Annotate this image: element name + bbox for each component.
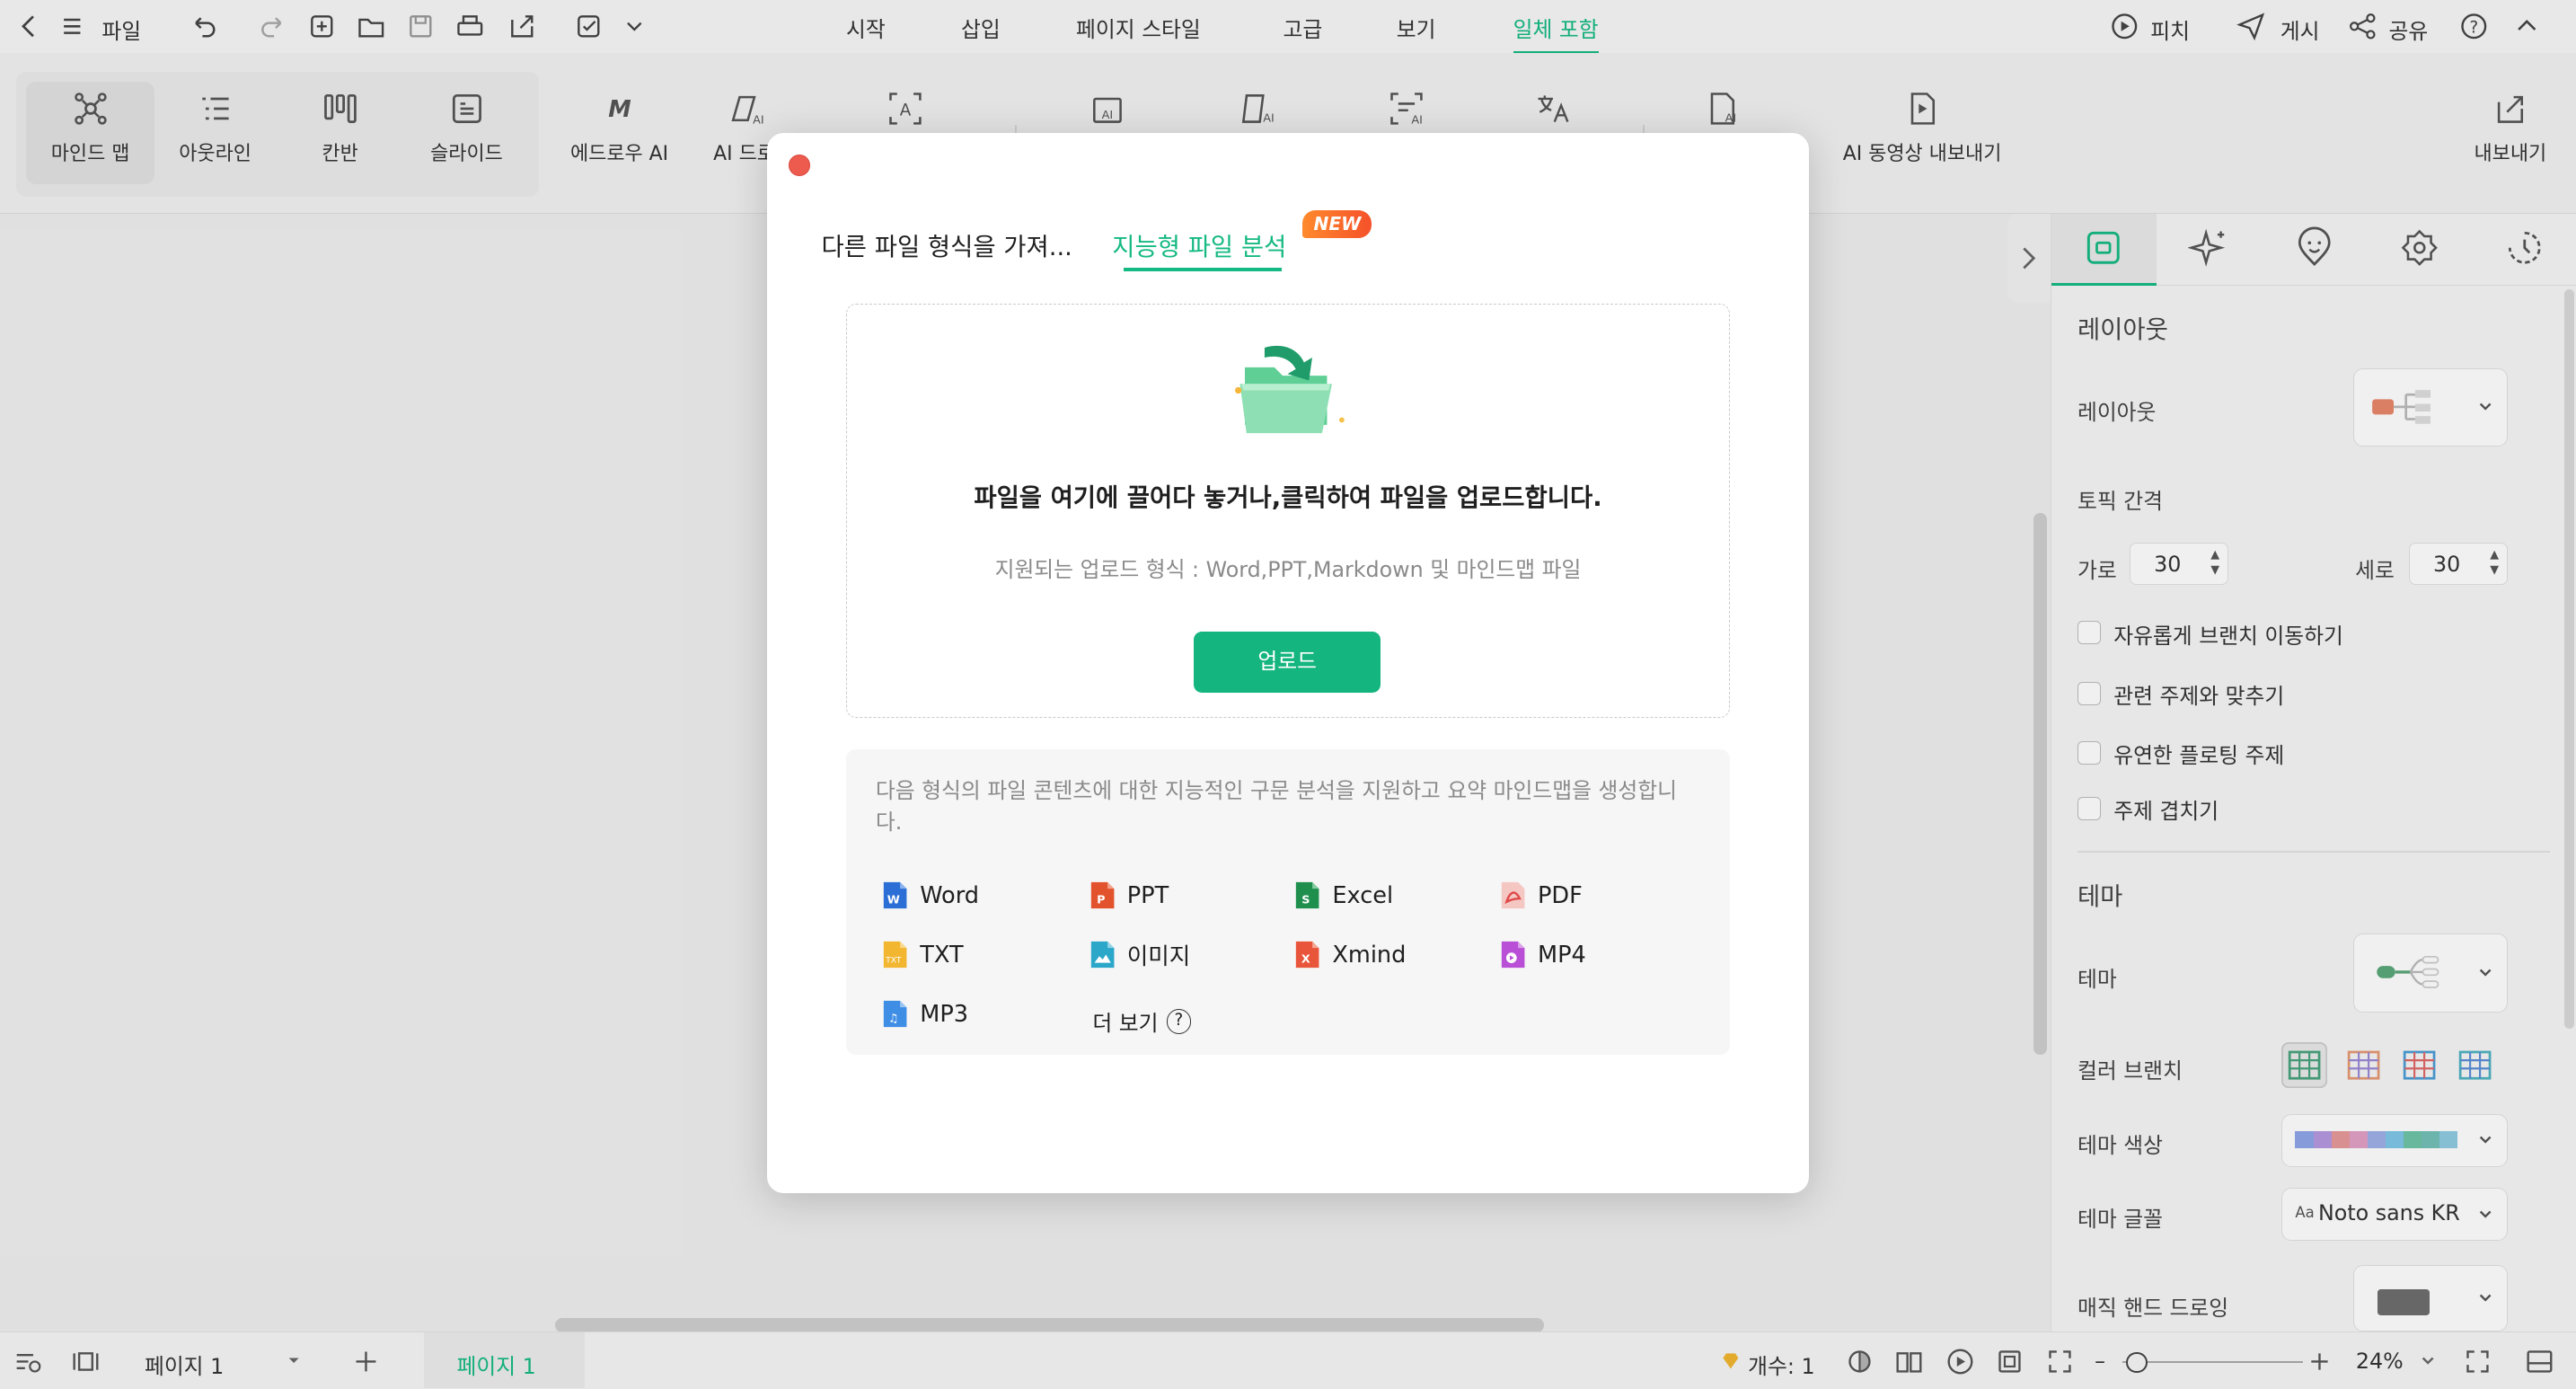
filetype-mp4: MP4 (1500, 937, 1586, 973)
excel-file-icon: S (1296, 882, 1319, 909)
more-label: 더 보기 (1092, 1011, 1159, 1037)
tab-import-other-format[interactable]: 다른 파일 형식을 가져... (822, 226, 1072, 262)
filetype-image: 이미지 (1090, 937, 1191, 973)
image-file-icon (1090, 942, 1115, 969)
filetype-txt: TXT TXT (882, 937, 964, 973)
xmind-file-icon: X (1296, 942, 1319, 969)
import-dialog: 다른 파일 형식을 가져... 지능형 파일 분석 NEW 파일을 여기에 끌어… (767, 133, 1809, 1193)
supported-file-types-box: 다음 형식의 파일 콘텐츠에 대한 지능적인 구문 분석을 지원하고 요약 마인… (845, 749, 1731, 1056)
svg-text:P: P (1097, 894, 1105, 907)
drop-title: 파일을 여기에 끌어다 놓거나,클릭하여 파일을 업로드합니다. (974, 484, 1602, 513)
ppt-file-icon: P (1090, 882, 1115, 909)
mp3-file-icon: ♫ (884, 1000, 907, 1028)
close-button[interactable] (788, 154, 810, 176)
pdf-file-icon (1501, 882, 1525, 909)
filetype-label: Xmind (1332, 941, 1407, 969)
filetype-ppt: P PPT (1090, 878, 1169, 914)
filetype-mp3: ♫ MP3 (882, 995, 968, 1031)
active-tab-underline (1124, 268, 1282, 271)
analysis-description: 다음 형식의 파일 콘텐츠에 대한 지능적인 구문 분석을 지원하고 요약 마인… (875, 778, 1677, 836)
svg-text:S: S (1302, 894, 1310, 907)
more-link[interactable]: 더 보기 ? (1092, 1005, 1192, 1037)
svg-text:X: X (1301, 953, 1310, 967)
svg-text:♫: ♫ (888, 1013, 898, 1026)
filetype-label: MP4 (1537, 941, 1586, 969)
filetype-label: TXT (920, 941, 964, 969)
filetype-word: W Word (882, 878, 979, 914)
filetype-label: MP3 (920, 1000, 969, 1028)
mp4-file-icon (1501, 942, 1525, 969)
filetype-label: PPT (1126, 881, 1169, 909)
question-icon[interactable]: ? (1166, 1009, 1192, 1034)
upload-folder-icon (1234, 345, 1345, 434)
tab-smart-file-analysis[interactable]: 지능형 파일 분석 (1112, 226, 1286, 262)
new-badge: NEW (1302, 210, 1372, 239)
filetype-excel: S Excel (1294, 878, 1393, 914)
filetype-xmind: X Xmind (1294, 937, 1406, 973)
filetype-pdf: PDF (1500, 878, 1583, 914)
svg-text:W: W (887, 894, 900, 907)
filetype-label: Excel (1332, 881, 1394, 909)
filetype-label: PDF (1537, 881, 1583, 909)
upload-button[interactable]: 업로드 (1193, 632, 1381, 694)
txt-file-icon: TXT (884, 942, 907, 969)
filetype-label: Word (920, 881, 980, 909)
file-drop-zone[interactable]: 파일을 여기에 끌어다 놓거나,클릭하여 파일을 업로드합니다. 지원되는 업로… (845, 304, 1731, 719)
filetype-label: 이미지 (1126, 943, 1191, 971)
supported-formats-text: 지원되는 업로드 형식 : Word,PPT,Markdown 및 마인드맵 파… (994, 556, 1582, 582)
word-file-icon: W (884, 882, 907, 909)
svg-text:TXT: TXT (885, 957, 902, 966)
